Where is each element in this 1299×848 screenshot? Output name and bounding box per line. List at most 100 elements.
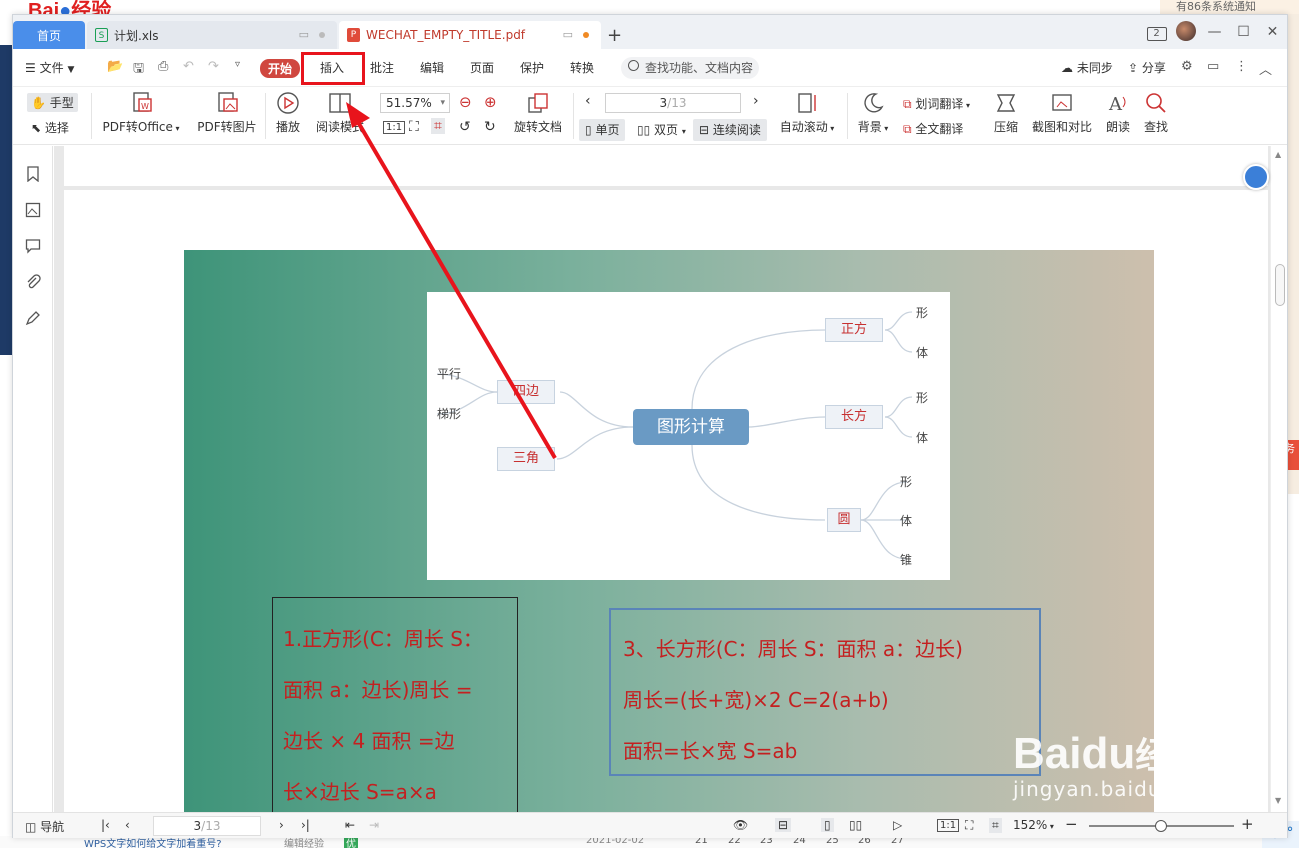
screenshot-icon xyxy=(1052,94,1072,111)
next-page-icon[interactable]: › xyxy=(279,818,284,832)
user-avatar[interactable] xyxy=(1171,21,1200,43)
continuous-read-button[interactable]: ⊟ 连续阅读 xyxy=(693,119,767,141)
play-button[interactable]: 播放 xyxy=(273,91,303,135)
print-icon[interactable]: ⎙ xyxy=(158,59,168,74)
more-dropdown-icon[interactable]: ▿ xyxy=(235,59,240,70)
window-count-button[interactable]: 2 xyxy=(1142,21,1171,43)
double-page-button[interactable]: ▯▯ 双页 ▾ xyxy=(631,119,692,141)
prev-page-icon[interactable]: ‹ xyxy=(125,818,130,832)
maximize-button[interactable]: ☐ xyxy=(1229,21,1258,43)
svg-text:A: A xyxy=(1108,94,1123,115)
mindmap-leaf: 形 xyxy=(900,475,913,489)
last-page-icon[interactable]: ›| xyxy=(301,818,310,832)
comment-icon[interactable] xyxy=(25,238,41,254)
feedback-icon[interactable]: ▭ xyxy=(1207,59,1219,74)
compress-button[interactable]: 压缩 xyxy=(991,91,1021,135)
mindmap-leaf: 体 xyxy=(900,514,913,528)
forward-icon[interactable]: ⇥ xyxy=(369,818,379,832)
single-page-button[interactable]: ▯ 单页 xyxy=(579,119,626,141)
tab-home[interactable]: 首页 xyxy=(13,21,85,49)
screenshot-compare-button[interactable]: 截图和对比 xyxy=(1031,91,1093,135)
more-vertical-icon[interactable]: ⋮ xyxy=(1235,59,1248,74)
continuous-icon: ⊟ xyxy=(699,123,710,137)
formula-line: 3、长方形(C：周长 S：面积 a：边长) xyxy=(623,637,963,661)
double-view-icon[interactable]: ▯▯ xyxy=(849,818,862,832)
mindmap-leaf: 形 xyxy=(916,391,929,405)
status-page-input[interactable]: 3/13 xyxy=(153,816,261,836)
pdf-to-office-button[interactable]: W PDF转Office ▾ xyxy=(101,91,181,135)
single-view-icon[interactable]: ▯ xyxy=(821,818,834,832)
zoom-out-icon[interactable]: ⊖ xyxy=(459,93,472,111)
fit-width-icon[interactable]: ⌗ xyxy=(989,818,1002,833)
redo-icon[interactable]: ↷ xyxy=(208,59,219,74)
tab-annotate[interactable]: 批注 xyxy=(370,59,394,76)
hand-tool-button[interactable]: ✋ 手型 xyxy=(27,93,78,112)
find-button[interactable]: 查找 xyxy=(1143,91,1169,135)
open-icon[interactable]: 📂 xyxy=(107,59,123,74)
zoom-select[interactable]: 51.57% ▾ xyxy=(380,93,450,113)
pdf-to-image-button[interactable]: PDF转图片 xyxy=(195,91,259,135)
read-aloud-button[interactable]: A 朗读 xyxy=(1105,91,1131,135)
actual-size-icon[interactable]: 1:1 xyxy=(937,819,960,832)
settings-gear-icon[interactable]: ⚙ xyxy=(1181,59,1193,74)
signature-icon[interactable] xyxy=(25,310,41,326)
formula-line: 面积 a：边长)周长 = xyxy=(283,678,473,702)
cursor-icon: ⬉ xyxy=(31,121,42,135)
navigation-toggle[interactable]: ◫ 导航 xyxy=(25,818,64,835)
back-icon[interactable]: ⇤ xyxy=(345,818,355,832)
zoom-in-icon[interactable]: ⊕ xyxy=(484,93,497,111)
scrollbar-thumb[interactable] xyxy=(1275,264,1285,306)
save-icon[interactable]: 🖫 xyxy=(133,59,144,81)
tab-start[interactable]: 开始 xyxy=(260,59,301,78)
thumbnail-icon[interactable] xyxy=(25,202,41,218)
select-tool-button[interactable]: ⬉ 选择 xyxy=(31,119,69,136)
tab-page[interactable]: 页面 xyxy=(470,59,494,76)
fit-width-icon[interactable]: ⌗ xyxy=(431,118,445,134)
attachment-icon[interactable] xyxy=(25,274,41,290)
tab-protect[interactable]: 保护 xyxy=(520,59,544,76)
full-translate-button[interactable]: ⧉ 全文翻译 xyxy=(903,120,963,137)
notice-bar[interactable]: 有86条系统通知 xyxy=(1160,0,1299,14)
file-menu[interactable]: ☰ 文件 ▼ xyxy=(25,59,74,76)
word-translate-button[interactable]: ⧉ 划词翻译 ▾ xyxy=(903,95,970,112)
sync-status[interactable]: ☁ 未同步 xyxy=(1061,59,1113,76)
tab-pdf[interactable]: P WECHAT_EMPTY_TITLE.pdf ▭ xyxy=(339,21,601,49)
undo-icon[interactable]: ↶ xyxy=(183,59,194,74)
continuous-view-icon[interactable]: ⊟ xyxy=(775,818,792,832)
page-number-input[interactable]: 3/13 xyxy=(605,93,741,113)
collapse-ribbon-icon[interactable]: ︿ xyxy=(1259,59,1272,78)
scroll-up-icon[interactable]: ▲ xyxy=(1275,150,1281,159)
minimize-button[interactable]: — xyxy=(1200,21,1229,43)
play-icon[interactable]: ▷ xyxy=(893,818,902,832)
rotate-right-icon[interactable]: ↻ xyxy=(484,119,496,135)
auto-scroll-button[interactable]: 自动滚动 ▾ xyxy=(777,91,837,135)
tab-convert[interactable]: 转换 xyxy=(570,59,594,76)
mindmap-leaf: 体 xyxy=(916,346,929,360)
vertical-scrollbar[interactable]: ▲ ▼ xyxy=(1270,146,1287,812)
document-view[interactable]: 图形计算 四边 三角 正方 长方 圆 平行 梯形 形 体 形 体 形 体 锥 1… xyxy=(54,146,1270,812)
background-button[interactable]: 背景 ▾ xyxy=(855,91,891,135)
title-bar: 首页 S 计划.xls ▭ P WECHAT_EMPTY_TITLE.pdf ▭… xyxy=(13,15,1287,49)
actual-size-icon[interactable]: 1:1 xyxy=(383,121,406,134)
close-button[interactable]: ✕ xyxy=(1258,21,1287,43)
eye-protect-icon[interactable]: 👁 xyxy=(733,818,748,832)
first-page-icon[interactable]: |‹ xyxy=(101,818,110,832)
rotate-document-button[interactable]: 旋转文档 xyxy=(511,91,565,135)
floating-tool-button[interactable] xyxy=(1243,164,1269,190)
read-mode-button[interactable]: 阅读模式 xyxy=(315,91,365,135)
formula-line: 周长=(长+宽)×2 C=2(a+b) xyxy=(623,688,889,712)
scroll-down-icon[interactable]: ▼ xyxy=(1275,796,1281,805)
bookmark-icon[interactable] xyxy=(25,166,41,182)
function-search[interactable]: 查找功能、文档内容 xyxy=(621,57,759,79)
fit-page-icon[interactable]: ⛶ xyxy=(409,119,419,135)
slide-image: 图形计算 四边 三角 正方 长方 圆 平行 梯形 形 体 形 体 形 体 锥 1… xyxy=(184,250,1154,812)
next-page-icon[interactable]: › xyxy=(753,93,759,109)
rotate-left-icon[interactable]: ↺ xyxy=(459,119,471,135)
fit-page-icon[interactable]: ⛶ xyxy=(965,818,973,833)
search-icon xyxy=(628,60,639,71)
tab-edit[interactable]: 编辑 xyxy=(420,59,444,76)
new-tab-button[interactable]: + xyxy=(607,25,622,46)
tab-xls[interactable]: S 计划.xls ▭ xyxy=(87,21,337,49)
prev-page-icon[interactable]: ‹ xyxy=(585,93,591,109)
share-button[interactable]: ⇪ 分享 xyxy=(1128,59,1166,76)
